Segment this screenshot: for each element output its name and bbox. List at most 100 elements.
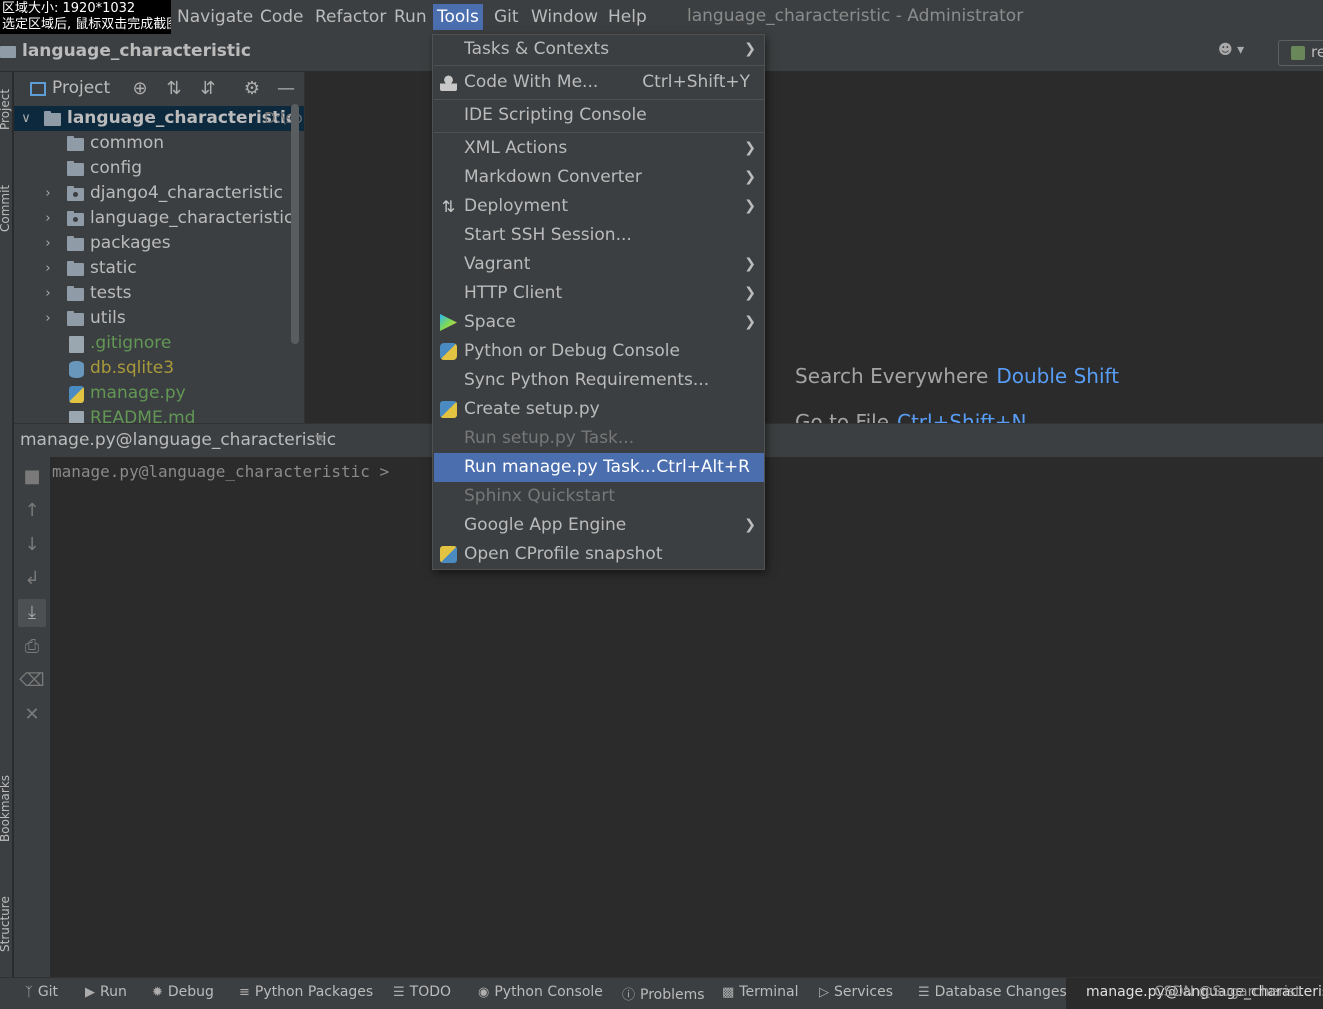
status-python-console[interactable]: ◉ Python Console <box>478 984 603 1000</box>
menu-tools[interactable]: Tools <box>433 4 483 30</box>
menu-item-deployment[interactable]: ⇅ Deployment ❯ <box>434 192 764 221</box>
soft-wrap-icon[interactable]: ↲ <box>18 565 46 593</box>
chevron-right-icon[interactable]: › <box>42 206 54 231</box>
status-git[interactable]: ᛉ Git <box>25 984 58 1000</box>
tree-scrollbar[interactable] <box>291 104 299 344</box>
tree-item-language-characteristic[interactable]: › language_characteristic <box>14 206 304 231</box>
tree-item-config[interactable]: config <box>14 156 304 181</box>
menu-item-python-debug-console[interactable]: Python or Debug Console <box>434 337 764 366</box>
tree-item-root[interactable]: ∨ language_characteristic D:\so <box>14 106 304 131</box>
status-label: Python Console <box>494 984 603 1000</box>
menu-item-start-ssh-session[interactable]: Start SSH Session... <box>434 221 764 250</box>
tree-item-tests[interactable]: › tests <box>14 281 304 306</box>
status-terminal[interactable]: ▩ Terminal <box>722 984 798 1000</box>
tree-item-packages[interactable]: › packages <box>14 231 304 256</box>
menu-help[interactable]: Help <box>604 4 651 30</box>
menu-item-google-app-engine[interactable]: Google App Engine ❯ <box>434 511 764 540</box>
search-everywhere-hint: Search Everywhere Double Shift <box>795 364 1119 388</box>
chevron-right-icon[interactable]: › <box>42 181 54 206</box>
status-database-changes[interactable]: ☰ Database Changes <box>918 984 1067 1000</box>
expand-all-icon[interactable]: ⇅ <box>163 78 185 100</box>
tree-item-gitignore[interactable]: .gitignore <box>14 331 304 356</box>
menu-item-run-setup-py-task: Run setup.py Task... <box>434 424 764 453</box>
tree-item-utils[interactable]: › utils <box>14 306 304 331</box>
menu-navigate[interactable]: Navigate <box>173 4 257 30</box>
close-icon[interactable]: ✕ <box>314 430 327 448</box>
tree-item-django4[interactable]: › django4_characteristic <box>14 181 304 206</box>
menu-item-label: Google App Engine <box>464 515 627 535</box>
terminal-icon: ▩ <box>722 985 735 1000</box>
folder-icon <box>67 286 84 301</box>
bug-icon: ✹ <box>152 985 163 1000</box>
menu-item-run-manage-py-task[interactable]: Run manage.py Task... Ctrl+Alt+R <box>434 453 764 482</box>
tree-item-static[interactable]: › static <box>14 256 304 281</box>
chevron-right-icon: ❯ <box>744 169 756 185</box>
user-dropdown-button[interactable]: ☻ ▾ <box>1218 42 1258 64</box>
tool-tab-structure[interactable]: Structure <box>0 896 12 952</box>
trash-icon[interactable]: ⌫ <box>18 667 46 695</box>
tree-item-label: django4_characteristic <box>90 183 283 203</box>
status-run[interactable]: ▶ Run <box>85 984 127 1000</box>
project-view-icon <box>30 82 46 96</box>
status-label: Python Packages <box>254 984 374 1000</box>
status-python-packages[interactable]: ≡ Python Packages <box>239 984 373 1000</box>
menu-item-label: Create setup.py <box>464 399 600 419</box>
status-services[interactable]: ▷ Services <box>819 984 893 1000</box>
menu-item-ide-scripting-console[interactable]: IDE Scripting Console <box>434 101 764 130</box>
chevron-right-icon: ❯ <box>744 140 756 156</box>
status-label: Run <box>100 984 127 1000</box>
menu-item-markdown-converter[interactable]: Markdown Converter ❯ <box>434 163 764 192</box>
chevron-right-icon[interactable]: › <box>42 281 54 306</box>
run-configuration-selector[interactable]: re <box>1278 40 1323 66</box>
breadcrumb-project[interactable]: language_characteristic <box>22 41 251 61</box>
scroll-to-end-icon[interactable]: ⤓ <box>18 599 46 627</box>
menu-window[interactable]: Window <box>527 4 602 30</box>
chevron-right-icon[interactable]: › <box>42 256 54 281</box>
close-icon[interactable]: ✕ <box>18 701 46 729</box>
menu-item-sync-python-requirements[interactable]: Sync Python Requirements... <box>434 366 764 395</box>
gear-icon[interactable]: ⚙ <box>241 78 263 100</box>
window-title: language_characteristic - Administrator <box>687 6 1024 26</box>
chevron-right-icon: ❯ <box>744 41 756 57</box>
status-problems[interactable]: ⓘ Problems <box>622 984 705 1003</box>
collapse-all-icon[interactable]: ⇵ <box>197 78 219 100</box>
menu-item-shortcut: Ctrl+Alt+R <box>656 457 750 477</box>
tool-tab-bookmarks[interactable]: Bookmarks <box>0 775 12 842</box>
select-opened-file-icon[interactable]: ⊕ <box>129 78 151 100</box>
chevron-right-icon[interactable]: › <box>42 306 54 331</box>
menu-refactor[interactable]: Refactor <box>311 4 390 30</box>
file-icon <box>69 336 84 353</box>
menu-item-open-cprofile-snapshot[interactable]: Open CProfile snapshot <box>434 540 764 569</box>
tools-dropdown-menu: Tasks & Contexts ❯ Code With Me... Ctrl+… <box>432 34 765 570</box>
run-tab[interactable]: manage.py@language_characteristic <box>20 430 336 450</box>
arrow-up-icon[interactable]: ↑ <box>18 497 46 525</box>
tool-tab-project[interactable]: Project <box>0 89 12 130</box>
menu-item-xml-actions[interactable]: XML Actions ❯ <box>434 134 764 163</box>
hint-label: Search Everywhere <box>795 364 989 388</box>
tool-tab-commit[interactable]: Commit <box>0 185 12 232</box>
status-todo[interactable]: ☰ TODO <box>393 984 451 1000</box>
tree-item-readme[interactable]: README.md <box>14 406 304 423</box>
arrow-down-icon[interactable]: ↓ <box>18 531 46 559</box>
stop-icon[interactable]: ■ <box>18 463 46 491</box>
menu-item-create-setup-py[interactable]: Create setup.py <box>434 395 764 424</box>
menu-item-http-client[interactable]: HTTP Client ❯ <box>434 279 764 308</box>
status-label: Debug <box>167 984 214 1000</box>
run-toolbar: ■ ↑ ↓ ↲ ⤓ ⎙ ⌫ ✕ <box>14 457 50 977</box>
menu-git[interactable]: Git <box>490 4 523 30</box>
print-icon[interactable]: ⎙ <box>18 633 46 661</box>
menu-code[interactable]: Code <box>256 4 308 30</box>
project-panel-title[interactable]: Project <box>52 78 110 98</box>
menu-item-space[interactable]: Space ❯ <box>434 308 764 337</box>
status-debug[interactable]: ✹ Debug <box>152 984 214 1000</box>
menu-run[interactable]: Run <box>390 4 431 30</box>
tree-item-manage-py[interactable]: manage.py <box>14 381 304 406</box>
menu-item-tasks-contexts[interactable]: Tasks & Contexts ❯ <box>434 35 764 64</box>
tree-item-db[interactable]: db.sqlite3 <box>14 356 304 381</box>
tree-item-common[interactable]: common <box>14 131 304 156</box>
menu-item-code-with-me[interactable]: Code With Me... Ctrl+Shift+Y <box>434 68 764 97</box>
menu-item-shortcut: Ctrl+Shift+Y <box>642 72 750 92</box>
menu-item-vagrant[interactable]: Vagrant ❯ <box>434 250 764 279</box>
hide-panel-icon[interactable]: — <box>275 78 297 100</box>
chevron-right-icon[interactable]: › <box>42 231 54 256</box>
